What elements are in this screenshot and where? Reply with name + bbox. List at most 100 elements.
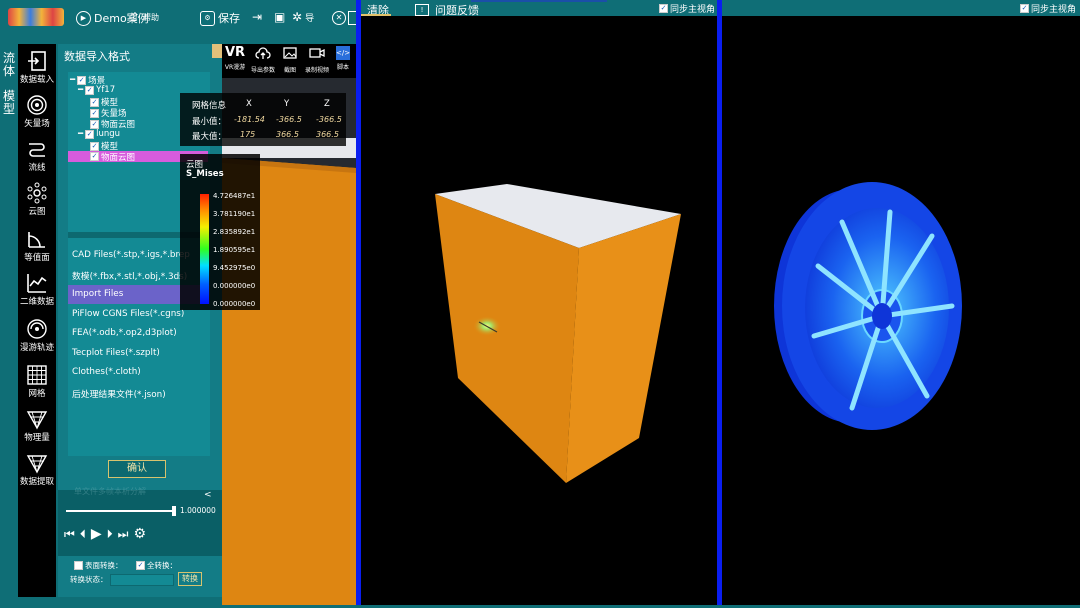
contour-legend: 云图 S_Mises 4.726487e1 3.781190e1 2.83589…: [180, 154, 260, 310]
box-model: [435, 184, 681, 483]
viewport-wheel[interactable]: [722, 16, 1080, 605]
tree-node-lungu[interactable]: ━ ✓ lungu: [78, 129, 120, 139]
tool-isosurface[interactable]: 等值面: [18, 228, 56, 263]
close-icon[interactable]: ✕: [332, 11, 346, 25]
checkbox[interactable]: ✓: [659, 4, 668, 13]
screenshot-button[interactable]: 截图: [277, 46, 303, 74]
export-params-button[interactable]: 导出参数: [250, 46, 276, 74]
collapse-toggle[interactable]: <: [204, 490, 212, 500]
tool-streamline[interactable]: 流线: [18, 138, 56, 173]
extract-icon: [26, 455, 48, 474]
format-fea[interactable]: FEA(*.odb,*.op2,d3plot): [72, 328, 177, 338]
export-button[interactable]: ▣: [274, 10, 285, 24]
exit-icon: ⇥: [252, 10, 263, 24]
checkbox[interactable]: [74, 561, 83, 570]
play-icon[interactable]: ▶: [91, 526, 107, 542]
time-slider-handle[interactable]: [172, 506, 176, 516]
exit-button[interactable]: ⇥: [252, 10, 262, 24]
convert-button[interactable]: 转换: [178, 572, 202, 586]
panel-corner-handle[interactable]: [212, 44, 222, 58]
tab-fluid[interactable]: 流体: [0, 52, 18, 78]
wheel-model: [774, 182, 962, 430]
play-icon: ▶: [76, 10, 91, 26]
video-icon: [309, 48, 325, 58]
help-button[interactable]: ⇧ 帮助: [130, 10, 159, 24]
script-button[interactable]: </> 脚本: [330, 46, 356, 71]
checkbox[interactable]: ✓: [85, 85, 95, 95]
viewport-toolbar: VR VR漫游 导出参数 截图 录制视频 </> 脚本: [222, 44, 356, 78]
save-icon: ⚙: [200, 10, 215, 26]
checkbox[interactable]: ✓: [90, 108, 99, 118]
checkbox[interactable]: ✓: [85, 129, 95, 139]
step-forward-icon[interactable]: ⏵: [107, 527, 118, 541]
isosurface-icon: [28, 232, 45, 248]
checkbox[interactable]: ✓: [77, 75, 87, 85]
tool-roam[interactable]: 漫游轨迹: [18, 318, 56, 353]
viewport-3-header: ✓ 同步主视角: [722, 0, 1080, 16]
upload-icon: ⇧: [130, 10, 141, 24]
script-icon: </>: [336, 46, 350, 60]
vr-roam-button[interactable]: VR VR漫游: [222, 45, 248, 72]
tab-indicator: [471, 0, 607, 2]
save-disk-icon: ▣: [274, 10, 286, 24]
vertical-tabs: 流体 模型: [0, 44, 18, 604]
tool-column: 数据载入 矢量场 流线 云图 等值面 二维数据 漫游轨迹 网格 物理量 数据提取: [18, 44, 56, 597]
step-back-icon[interactable]: ⏴: [80, 527, 91, 541]
convert-panel: 表面转换： ✓ 全转换： 转换状态： 转换: [66, 556, 206, 594]
convert-status-label: 转换状态：: [70, 575, 108, 584]
feedback-icon: !: [415, 4, 429, 16]
checkbox[interactable]: ✓: [1020, 4, 1029, 13]
format-tecplot[interactable]: Tecplot Files(*.szplt): [72, 348, 160, 358]
skip-forward-icon[interactable]: ⏭: [118, 527, 134, 541]
tool-import[interactable]: 数据载入: [18, 50, 56, 85]
roam-icon: [27, 319, 47, 339]
import-icon: [28, 51, 46, 71]
surface-convert-option[interactable]: 表面转换：: [74, 560, 123, 571]
grid-icon: [27, 365, 47, 385]
confirm-button[interactable]: 确认: [108, 460, 166, 478]
full-convert-option[interactable]: ✓ 全转换：: [136, 560, 177, 571]
cloud-upload-icon: [255, 47, 271, 59]
panel-title: 数据导入格式: [64, 50, 130, 63]
image-icon: [283, 47, 297, 59]
checkbox[interactable]: ✓: [90, 152, 99, 161]
tool-vector-field[interactable]: 矢量场: [18, 94, 56, 129]
vector-field-icon: [27, 95, 47, 115]
format-cad[interactable]: CAD Files(*.stp,*.igs,*.brep: [72, 250, 190, 260]
convert-status-field[interactable]: [110, 574, 174, 586]
record-video-button[interactable]: 录制视频: [304, 46, 330, 74]
contour-icon: [27, 182, 47, 204]
checkbox[interactable]: ✓: [136, 561, 145, 570]
checkbox[interactable]: ✓: [90, 141, 99, 151]
legend-color-bar: [200, 194, 209, 304]
gear-icon: ✲: [292, 10, 303, 24]
tool-grid[interactable]: 网格: [18, 364, 56, 399]
format-cloth[interactable]: Clothes(*.cloth): [72, 367, 141, 377]
checkbox[interactable]: ✓: [90, 97, 99, 107]
checkbox[interactable]: ✓: [90, 119, 99, 129]
tool-extract[interactable]: 数据提取: [18, 452, 56, 487]
vr-icon: VR: [224, 45, 246, 60]
playback-panel: 单文件多帧本析分解 < 1.000000 ⏮⏴▶⏵⏭⚙: [58, 487, 222, 556]
gear-icon[interactable]: ⚙: [133, 526, 151, 542]
tool-2d-data[interactable]: 二维数据: [18, 272, 56, 307]
tab-model[interactable]: 模型: [0, 90, 18, 116]
streamline-icon: [29, 143, 45, 157]
save-button[interactable]: ⚙ 保存: [200, 10, 240, 26]
viewport-2-header: 清除 ! 问题反馈 ✓ 同步主视角: [361, 0, 717, 17]
viewport-box[interactable]: [361, 16, 717, 605]
format-cgns[interactable]: PiFlow CGNS Files(*.cgns): [72, 309, 184, 319]
app-logo: [8, 8, 64, 26]
format-json[interactable]: 后处理结果文件(*.json): [72, 387, 166, 400]
time-slider-track[interactable]: [66, 510, 176, 512]
settings-button[interactable]: ✲ 导: [292, 10, 314, 24]
playback-controls: ⏮⏴▶⏵⏭⚙: [64, 526, 151, 542]
format-mesh-model[interactable]: 数模(*.fbx,*.stl,*.obj,*.3ds): [72, 269, 187, 282]
tool-contour[interactable]: 云图: [18, 182, 56, 217]
top-toolbar: ▶ Demo案例 ⇧ 帮助 ⚙ 保存 ⇥ ▣ ✲ 导 ✕: [0, 0, 360, 36]
sync-view-toggle[interactable]: ✓ 同步主视角: [1020, 2, 1076, 15]
skip-back-icon[interactable]: ⏮: [64, 527, 80, 541]
tool-physics[interactable]: 物理量: [18, 408, 56, 443]
tree-node-yf17[interactable]: ━ ✓ Yf17: [78, 85, 115, 95]
sync-view-toggle[interactable]: ✓ 同步主视角: [659, 2, 715, 15]
